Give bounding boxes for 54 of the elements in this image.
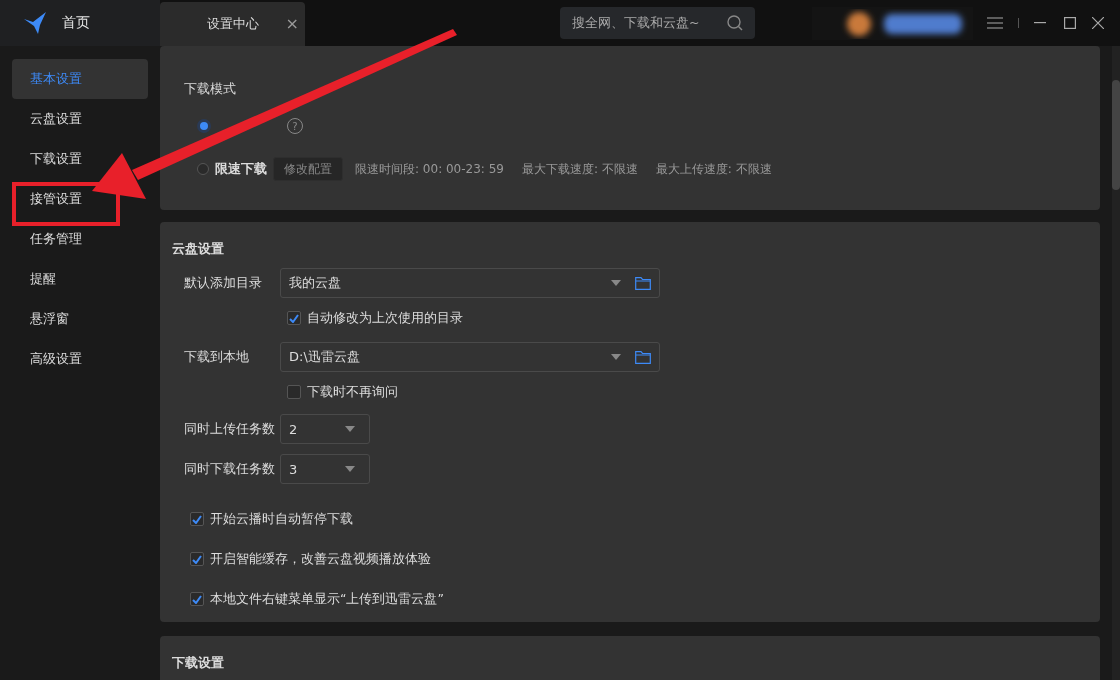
checkbox[interactable]	[190, 552, 204, 566]
tab[interactable]: 设置中心 ×	[160, 2, 305, 46]
edit-config-button[interactable]: 修改配置	[273, 157, 343, 181]
sidebar-item[interactable]: 基本设置	[12, 59, 148, 99]
close-icon[interactable]	[1092, 17, 1104, 29]
sidebar-item[interactable]: 悬浮窗	[12, 299, 148, 339]
radio-button[interactable]	[197, 163, 209, 175]
checkbox[interactable]	[190, 512, 204, 526]
caret-icon	[345, 426, 355, 432]
search-icon	[727, 15, 743, 31]
field-label: 同时下载任务数	[184, 460, 276, 478]
sidebar-item[interactable]: 提醒	[12, 259, 148, 299]
home-title: 首页	[62, 14, 90, 32]
checkbox-label: 开启智能缓存，改善云盘视频播放体验	[210, 550, 431, 568]
minimize-icon[interactable]	[1034, 22, 1046, 24]
close-tab-icon[interactable]: ×	[285, 16, 299, 32]
sidebar-item[interactable]: 云盘设置	[12, 99, 148, 139]
limit-info: 限速时间段: 00: 00-23: 59	[355, 160, 504, 178]
folder-icon[interactable]	[635, 350, 651, 364]
sidebar-item[interactable]: 接管设置	[12, 179, 148, 219]
maximize-icon[interactable]	[1064, 17, 1076, 29]
caret-icon	[611, 280, 621, 286]
checkbox[interactable]	[190, 592, 204, 606]
checkbox[interactable]	[287, 311, 301, 325]
section-title: 下载设置	[172, 654, 224, 672]
checkbox-label: 自动修改为上次使用的目录	[307, 309, 463, 327]
count-dropdown[interactable]: 2	[280, 414, 370, 444]
count-dropdown[interactable]: 3	[280, 454, 370, 484]
limit-info: 最大上传速度: 不限速	[655, 160, 772, 178]
scrollbar-thumb[interactable]	[1112, 80, 1120, 190]
field-label: 下载到本地	[184, 348, 250, 366]
sidebar-item[interactable]: 高级设置	[12, 339, 148, 379]
field-label: 同时上传任务数	[184, 420, 276, 438]
checkbox-label: 下载时不再询问	[307, 383, 398, 401]
sidebar-item[interactable]: 下载设置	[12, 139, 148, 179]
search-field[interactable]: 搜全网、下载和云盘~	[560, 7, 755, 39]
section-title: 云盘设置	[172, 240, 224, 258]
checkbox[interactable]	[287, 385, 301, 399]
group-label: 下载模式	[184, 80, 236, 98]
limit-info: 最大下载速度: 不限速	[522, 160, 638, 178]
checkbox-label: 开始云播时自动暂停下载	[210, 510, 353, 528]
search-placeholder: 搜全网、下载和云盘~	[572, 14, 700, 32]
menu-icon[interactable]	[987, 17, 1003, 29]
field-label: 默认添加目录	[184, 274, 263, 292]
sidebar-item[interactable]: 任务管理	[12, 219, 148, 259]
radio-button[interactable]	[197, 119, 211, 133]
folder-icon[interactable]	[635, 276, 651, 290]
caret-icon	[345, 466, 355, 472]
checkbox-label: 本地文件右键菜单显示“上传到迅雷云盘”	[210, 590, 444, 608]
folder-dropdown[interactable]: 我的云盘	[280, 268, 660, 298]
radio-label: 限速下载	[215, 160, 267, 178]
folder-dropdown[interactable]: D:\迅雷云盘	[280, 342, 660, 372]
bird-logo-icon	[24, 12, 48, 34]
caret-icon	[611, 354, 621, 360]
